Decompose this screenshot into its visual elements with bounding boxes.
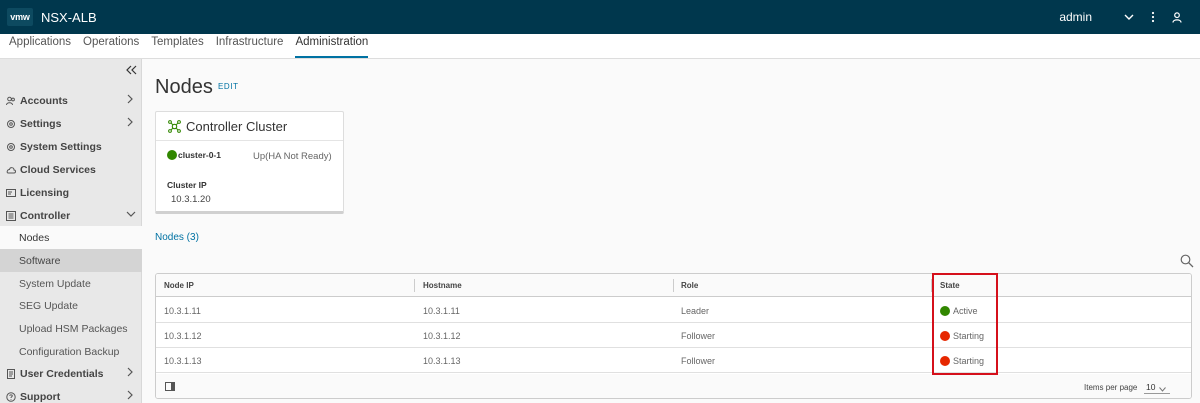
status-dot-icon <box>167 150 177 160</box>
sidebar-item-user-credentials[interactable]: User Credentials <box>0 362 142 385</box>
sidebar-item-label: User Credentials <box>20 367 104 380</box>
column-header-hostname[interactable]: Hostname <box>415 274 462 297</box>
sidebar-item-label: Controller <box>20 209 71 222</box>
tab-operations[interactable]: Operations <box>83 33 139 58</box>
tab-applications[interactable]: Applications <box>9 33 71 58</box>
items-per-page-select[interactable]: 10 <box>1144 380 1170 394</box>
tab-administration[interactable]: Administration <box>295 33 369 58</box>
cell-hostname: 10.3.1.13 <box>423 355 461 366</box>
sidebar-item-licensing[interactable]: Licensing <box>0 181 142 204</box>
items-per-page-value: 10 <box>1146 381 1156 392</box>
cluster-ip-value: 10.3.1.20 <box>171 194 211 205</box>
sidebar-item-seg-update[interactable]: SEG Update <box>0 294 142 317</box>
page-title: Nodes <box>155 76 213 98</box>
sidebar-item-settings[interactable]: Settings <box>0 112 142 135</box>
chevron-down-icon <box>126 209 136 219</box>
edit-link[interactable]: EDIT <box>218 82 239 91</box>
table-row[interactable]: 10.3.1.13 10.3.1.13 Follower Starting <box>156 348 1191 373</box>
main-nav-tabs: Applications Operations Templates Infras… <box>0 34 1200 59</box>
controller-cluster-card: Controller Cluster cluster-0-1 Up(HA Not… <box>155 111 344 214</box>
chevron-down-icon <box>1159 384 1167 392</box>
cell-hostname: 10.3.1.12 <box>423 330 461 341</box>
sidebar-item-label: System Settings <box>20 140 102 153</box>
table-header: Node IP Hostname Role State <box>156 274 1191 297</box>
cell-node-ip: 10.3.1.13 <box>164 355 202 366</box>
table-row[interactable]: 10.3.1.11 10.3.1.11 Leader Active <box>156 298 1191 323</box>
cluster-node: cluster-0-1 <box>167 150 221 160</box>
sidebar-item-support[interactable]: Support <box>0 385 142 403</box>
cell-role: Follower <box>681 330 716 341</box>
cell-node-ip: 10.3.1.12 <box>164 330 202 341</box>
users-icon <box>6 96 16 106</box>
cluster-node-name: cluster-0-1 <box>178 150 221 160</box>
cloud-icon <box>6 165 16 175</box>
sidebar-item-nodes[interactable]: Nodes <box>0 226 142 249</box>
sidebar: Accounts Settings System Settings Cloud … <box>0 59 142 403</box>
chevron-right-icon <box>126 94 134 104</box>
table-row[interactable]: 10.3.1.12 10.3.1.12 Follower Starting <box>156 323 1191 348</box>
gear-icon <box>6 142 16 152</box>
chevron-right-icon <box>126 390 134 400</box>
user-menu-label[interactable]: admin <box>1059 10 1092 24</box>
more-vertical-icon[interactable] <box>1142 0 1164 34</box>
sidebar-item-label: Accounts <box>20 94 68 107</box>
cluster-ip-label: Cluster IP <box>167 180 207 190</box>
sidebar-item-system-settings[interactable]: System Settings <box>0 135 142 158</box>
sidebar-item-label: Licensing <box>20 186 70 199</box>
logo-text: vmw <box>10 12 30 22</box>
sidebar-item-label: Settings <box>20 117 62 130</box>
double-chevron-left-icon[interactable] <box>126 63 138 77</box>
vmw-logo: vmw <box>7 8 33 26</box>
sidebar-item-controller[interactable]: Controller <box>0 204 142 227</box>
cell-node-ip: 10.3.1.11 <box>164 305 201 316</box>
table-footer: Items per page 10 <box>156 374 1191 398</box>
sidebar-item-configuration-backup[interactable]: Configuration Backup <box>0 340 142 363</box>
cluster-card-header: Controller Cluster <box>156 112 343 141</box>
column-header-role[interactable]: Role <box>673 274 698 297</box>
sidebar-item-label: Cloud Services <box>20 163 96 176</box>
chevron-right-icon <box>126 117 134 127</box>
cell-hostname: 10.3.1.11 <box>423 305 460 316</box>
state-column-highlight <box>932 273 998 375</box>
items-per-page-label: Items per page <box>1084 383 1138 392</box>
sidebar-item-system-update[interactable]: System Update <box>0 272 142 295</box>
sidebar-item-accounts[interactable]: Accounts <box>0 89 142 112</box>
cluster-icon <box>168 119 181 133</box>
cluster-card-title: Controller Cluster <box>186 118 288 134</box>
tab-templates[interactable]: Templates <box>151 33 203 58</box>
tab-infrastructure[interactable]: Infrastructure <box>216 33 284 58</box>
cell-role: Leader <box>681 305 710 316</box>
help-icon <box>6 391 16 402</box>
sidebar-item-upload-hsm-packages[interactable]: Upload HSM Packages <box>0 317 142 340</box>
license-icon <box>6 188 16 198</box>
chevron-right-icon <box>126 367 134 377</box>
sidebar-item-software[interactable]: Software <box>0 249 142 272</box>
sidebar-item-cloud-services[interactable]: Cloud Services <box>0 158 142 181</box>
column-header-node-ip[interactable]: Node IP <box>156 274 194 297</box>
gear-icon <box>6 119 16 129</box>
nodes-table: Node IP Hostname Role State 10.3.1.11 10… <box>155 273 1192 399</box>
nodes-count-heading: Nodes (3) <box>155 232 199 243</box>
search-icon[interactable] <box>1180 254 1194 268</box>
top-header: vmw NSX-ALB admin <box>0 0 1200 34</box>
cluster-status: Up(HA Not Ready) <box>253 151 332 162</box>
column-toggle-icon[interactable] <box>165 382 175 391</box>
credentials-icon <box>6 368 16 379</box>
app-title: NSX-ALB <box>41 9 97 25</box>
sidebar-item-label: Support <box>20 390 61 403</box>
controller-icon <box>6 210 16 221</box>
chevron-down-icon[interactable] <box>1118 0 1140 34</box>
cell-role: Follower <box>681 355 716 366</box>
user-icon[interactable] <box>1166 0 1188 34</box>
